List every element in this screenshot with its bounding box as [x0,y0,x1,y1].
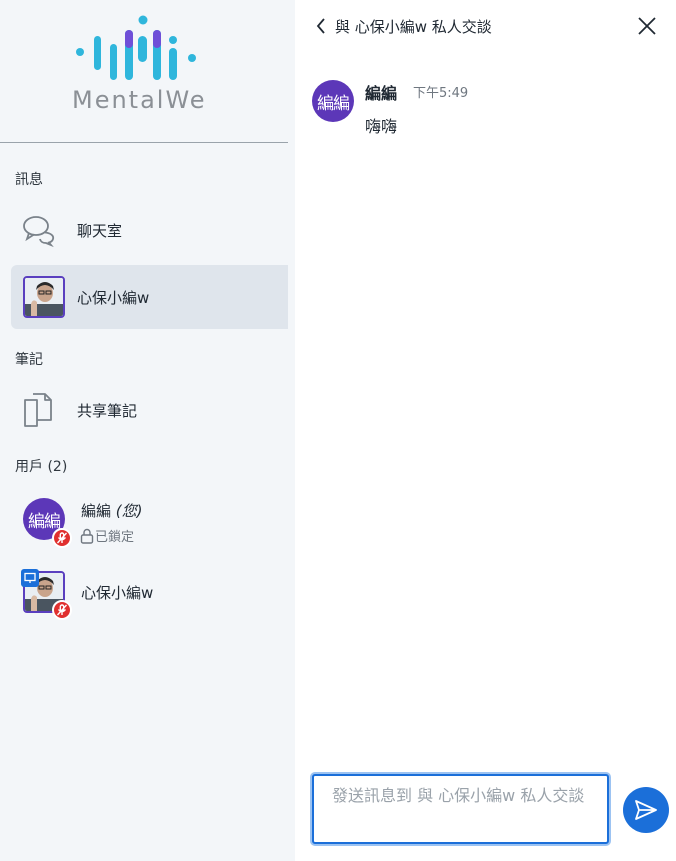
chat-title: 與 心保小編w 私人交談 [335,17,492,36]
chevron-left-icon [316,18,325,34]
message-avatar: 編編 [312,80,354,122]
user-photo-avatar [23,276,65,318]
divider [0,142,288,143]
user-name: 編編 (您) [81,500,143,521]
nav-item-chatroom[interactable]: 聊天室 [11,198,288,262]
user-name: 心保小編w [81,584,154,602]
message-text: 嗨嗨 [365,117,398,136]
chat-bubbles-icon [23,216,55,248]
nav-item-label: 共享筆記 [77,401,138,420]
logo-text: MentalWe [72,86,207,114]
send-button[interactable] [623,787,669,833]
user-name-text: 編編 [81,502,112,520]
chat-back-button[interactable]: 與 心保小編w 私人交談 [315,14,492,38]
section-title-notes: 筆記 [15,352,43,368]
user-photo-icon [25,278,63,316]
section-title-messages: 訊息 [15,172,43,188]
nav-item-shared-notes[interactable]: 共享筆記 [11,378,288,442]
close-icon[interactable] [636,15,658,37]
nav-item-private-chat[interactable]: 心保小編w [11,265,288,329]
message-time: 下午5:49 [413,86,469,101]
chat-panel: 與 心保小編w 私人交談 編編 編編 下午5:49 嗨嗨 [295,0,676,861]
user-list-item-self[interactable]: 編編 編編 (您) 已鎖定 [11,490,288,554]
nav-item-label: 心保小編w [77,288,150,307]
user-list-item-other[interactable]: 心保小編w [11,560,288,624]
send-icon [635,800,657,820]
message-input[interactable] [332,786,591,842]
you-tag: (您) [115,502,143,520]
mic-muted-icon [52,600,72,620]
sidebar: MentalWe 訊息 聊天室 心保小編w 筆記 共享筆記 用戶 (2) 編編 … [0,0,295,861]
message-sender: 編編 [365,84,398,103]
presenter-icon [21,569,39,587]
documents-icon [24,393,52,427]
nav-item-label: 聊天室 [77,221,123,240]
lock-icon [80,528,94,544]
section-title-users: 用戶 (2) [15,459,68,475]
user-status: 已鎖定 [95,530,135,545]
mic-muted-icon [52,528,72,548]
message-composer [312,774,609,844]
